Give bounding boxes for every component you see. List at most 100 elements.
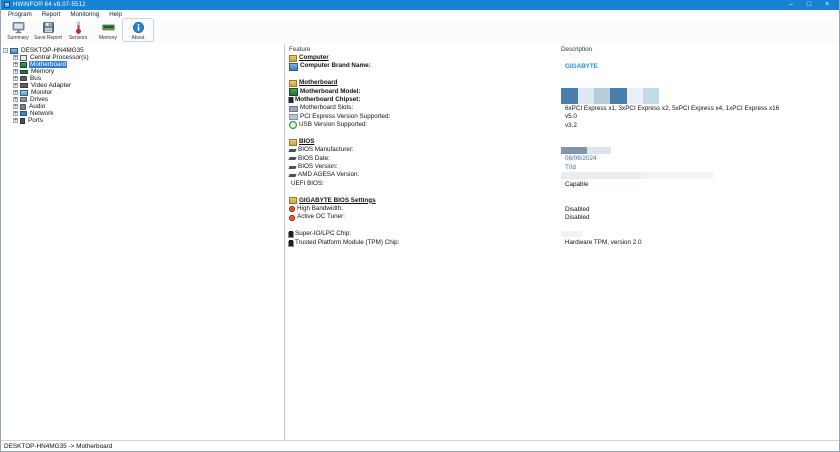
menu-program[interactable]: Program xyxy=(3,10,37,19)
toolbar-label: Memory xyxy=(99,35,117,41)
sensors-button[interactable]: Sensors xyxy=(63,19,93,41)
chipset-icon xyxy=(289,97,293,103)
monitor-icon xyxy=(20,90,28,96)
main-area: -DESKTOP-HN4MG35+Central Processor(s)+Mo… xyxy=(1,44,839,440)
feature-row-motherboard[interactable]: Motherboard xyxy=(285,79,839,87)
computer-icon xyxy=(10,48,18,54)
about-button[interactable]: About xyxy=(123,19,153,41)
ports-icon xyxy=(20,118,25,124)
feature-label: USB Version Supported: xyxy=(299,121,367,129)
feature-label: Motherboard Model: xyxy=(300,88,361,96)
expand-icon[interactable]: + xyxy=(13,55,18,60)
tree-item-label: DESKTOP-HN4MG35 xyxy=(20,47,85,54)
expand-icon[interactable]: + xyxy=(13,76,18,81)
feature-row-motherboard-model[interactable]: Motherboard Model: xyxy=(285,88,839,96)
feature-label: Computer Brand Name: xyxy=(300,62,371,70)
tree-item-label: Monitor xyxy=(30,89,53,96)
toolbar: Summary Save Report Sensors xyxy=(1,19,839,45)
tree-item-label: Central Processor(s) xyxy=(29,54,90,61)
feature-row-bios-manufacturer[interactable]: BIOS Manufacturer: xyxy=(285,146,839,154)
feature-row-gigabyte-bios-settings[interactable]: GIGABYTE BIOS Settings xyxy=(285,197,839,205)
feature-row-trusted-platform-module-tpm-chip[interactable]: Trusted Platform Module (TPM) Chip:Hardw… xyxy=(285,239,839,247)
feature-row-computer-brand-name[interactable]: Computer Brand Name: GIGABYTE xyxy=(285,62,839,70)
description-column-header[interactable]: Description xyxy=(561,46,592,53)
feature-value: 08/06/2024 xyxy=(565,155,597,163)
feature-row-bios[interactable]: BIOS xyxy=(285,138,839,146)
redacted-value xyxy=(561,231,583,237)
tree-item-label: Video Adapter xyxy=(30,82,72,89)
feature-row-pci-express-version-supported[interactable]: PCI Express Version Supported:v5.0 xyxy=(285,113,839,121)
computer-icon xyxy=(289,63,298,71)
tree-item-desktop-hn4mg35[interactable]: - DESKTOP-HN4MG35 xyxy=(1,47,284,54)
expand-icon[interactable]: + xyxy=(13,62,18,67)
save-report-button[interactable]: Save Report xyxy=(33,19,63,41)
feature-row-bios-date[interactable]: BIOS Date: 08/06/2024 xyxy=(285,155,839,163)
tree-item-bus[interactable]: +Bus xyxy=(1,75,284,82)
tree-item-network[interactable]: +Network xyxy=(1,110,284,117)
minimize-icon[interactable]: – xyxy=(782,0,800,10)
tree-item-motherboard[interactable]: + Motherboard xyxy=(1,61,284,68)
tree-item-monitor[interactable]: + Monitor xyxy=(1,89,284,96)
feature-label: Active OC Tuner: xyxy=(297,213,345,221)
feature-value: GIGABYTE xyxy=(565,62,598,70)
collapse-icon[interactable]: - xyxy=(3,48,8,53)
drives-icon xyxy=(20,97,27,102)
memory-button[interactable]: Memory xyxy=(93,19,123,41)
expand-icon[interactable]: + xyxy=(13,97,18,102)
menu-report[interactable]: Report xyxy=(37,10,66,19)
device-tree: -DESKTOP-HN4MG35+Central Processor(s)+Mo… xyxy=(1,44,285,440)
feature-label: UEFI BIOS: xyxy=(291,180,324,188)
bios-icon xyxy=(289,164,296,170)
feature-label: BIOS Date: xyxy=(298,155,330,163)
menu-bar: Program Report Monitoring Help xyxy=(1,10,839,19)
feature-row-computer[interactable]: Computer xyxy=(285,54,839,62)
status-bar: DESKTOP-HN4MG35 -> Motherboard xyxy=(1,440,839,451)
bus-icon xyxy=(20,76,27,81)
expand-icon[interactable]: + xyxy=(13,104,18,109)
bios-icon xyxy=(289,147,296,153)
feature-row-active-oc-tuner[interactable]: Active OC Tuner: Disabled xyxy=(285,213,839,221)
feature-label: AMD AGESA Version: xyxy=(298,171,359,179)
close-icon[interactable]: × xyxy=(818,0,836,10)
section-icon xyxy=(289,197,297,204)
tree-item-audio[interactable]: + Audio xyxy=(1,103,284,110)
feature-row-amd-agesa-version[interactable]: AMD AGESA Version: xyxy=(285,171,839,179)
summary-button[interactable]: Summary xyxy=(3,19,33,41)
feature-label: Motherboard Slots: xyxy=(300,104,353,112)
feature-value: Disabled xyxy=(565,213,590,221)
audio-icon xyxy=(20,104,26,110)
feature-value: v3.2 xyxy=(565,121,577,129)
tree-item-label: Motherboard xyxy=(29,61,67,68)
spacer-row xyxy=(285,130,839,138)
expand-icon[interactable]: + xyxy=(13,111,18,116)
feature-row-motherboard-slots[interactable]: Motherboard Slots:6xPCI Express x1, 3xPC… xyxy=(285,104,839,112)
feature-value: v5.0 xyxy=(565,113,577,121)
expand-icon[interactable]: + xyxy=(13,69,18,74)
feature-label: BIOS Version: xyxy=(298,163,338,171)
feature-row-uefi-bios[interactable]: UEFI BIOS: Capable xyxy=(285,180,839,188)
tree-item-central-processor-s[interactable]: + Central Processor(s) xyxy=(1,54,284,61)
tree-item-video-adapter[interactable]: + Video Adapter xyxy=(1,82,284,89)
tree-item-ports[interactable]: +Ports xyxy=(1,117,284,124)
feature-label: Motherboard Chipset: xyxy=(295,96,360,104)
title-bar: HWiNFO® 64 v8.07-5512 – □ × xyxy=(1,0,839,10)
feature-row-super-io-lpc-chip[interactable]: Super-IO/LPC Chip: xyxy=(285,230,839,238)
save-report-floppy-icon xyxy=(42,21,55,34)
expand-icon[interactable]: + xyxy=(13,118,18,123)
tree-item-label: Audio xyxy=(28,103,46,110)
tree-item-memory[interactable]: +Memory xyxy=(1,68,284,75)
redacted-value xyxy=(561,172,713,179)
feature-row-bios-version[interactable]: BIOS Version:T0d xyxy=(285,163,839,171)
tree-item-drives[interactable]: +Drives xyxy=(1,96,284,103)
maximize-icon[interactable]: □ xyxy=(800,0,818,10)
usb-icon xyxy=(289,121,297,129)
feature-row-high-bandwidth[interactable]: High Bandwidth:Disabled xyxy=(285,205,839,213)
expand-icon[interactable]: + xyxy=(13,83,18,88)
menu-monitoring[interactable]: Monitoring xyxy=(65,10,104,19)
feature-value: Capable xyxy=(565,180,588,188)
feature-row-usb-version-supported[interactable]: USB Version Supported: v3.2 xyxy=(285,121,839,129)
feature-column-header[interactable]: Feature xyxy=(285,46,561,53)
menu-help[interactable]: Help xyxy=(104,10,127,19)
bios-icon xyxy=(289,173,296,179)
expand-icon[interactable]: + xyxy=(13,90,18,95)
